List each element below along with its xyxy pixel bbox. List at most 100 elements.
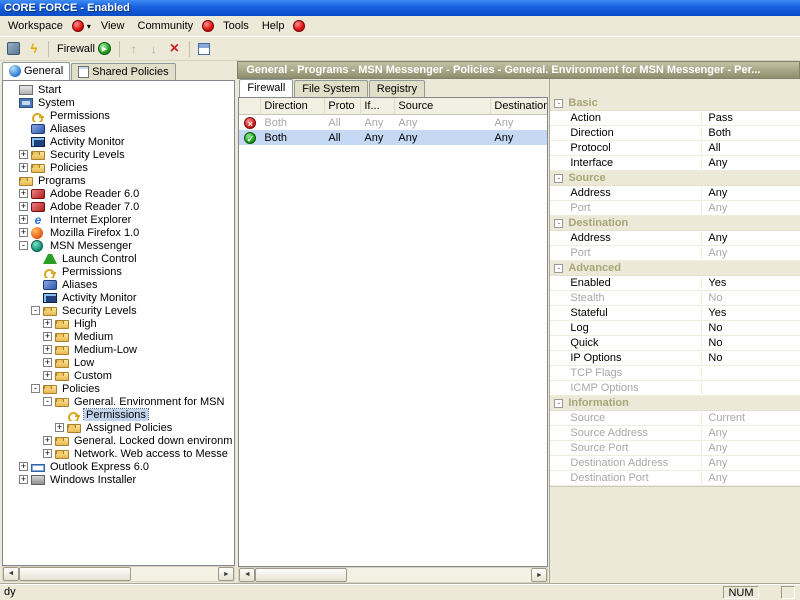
expand-icon[interactable]: + xyxy=(19,150,28,159)
collapse-icon[interactable]: - xyxy=(19,241,28,250)
red-status-icon[interactable] xyxy=(202,20,215,32)
tree-item[interactable]: Programs xyxy=(3,174,234,187)
scroll-thumb[interactable] xyxy=(255,568,348,582)
expand-icon[interactable]: + xyxy=(43,332,52,341)
tree-item[interactable]: - MSN Messenger xyxy=(3,239,234,252)
tree-item[interactable]: + Custom xyxy=(3,369,234,382)
property-row[interactable]: Port Any xyxy=(550,201,800,216)
property-row[interactable]: Direction Both xyxy=(550,126,800,141)
expand-icon[interactable]: + xyxy=(19,163,28,172)
tree-item[interactable]: System xyxy=(3,96,234,109)
tree-item[interactable]: Activity Monitor xyxy=(3,291,234,304)
menu-community[interactable]: Community xyxy=(132,17,200,35)
tree-item[interactable]: + Network. Web access to Messe xyxy=(3,447,234,460)
tree-item[interactable]: Permissions xyxy=(3,408,234,421)
property-row[interactable]: ICMP Options xyxy=(550,381,800,396)
dropdown-arrow-icon[interactable]: ▾ xyxy=(87,22,91,31)
expand-icon[interactable]: + xyxy=(43,449,52,458)
move-down-button[interactable]: ↓ xyxy=(145,40,163,58)
column-header-proto[interactable]: Proto xyxy=(325,98,362,115)
tree-item[interactable]: Activity Monitor xyxy=(3,135,234,148)
column-header-direction[interactable]: Direction xyxy=(261,98,326,115)
scroll-thumb[interactable] xyxy=(19,567,131,581)
column-header-icon[interactable] xyxy=(239,98,262,115)
scroll-track[interactable] xyxy=(19,567,218,581)
menu-help[interactable]: Help xyxy=(256,17,291,35)
property-row[interactable]: Action Pass xyxy=(550,111,800,126)
expand-icon[interactable]: + xyxy=(19,215,28,224)
property-row[interactable]: Stealth No xyxy=(550,291,800,306)
scroll-track[interactable] xyxy=(255,568,531,582)
tree-item[interactable]: Launch Control xyxy=(3,252,234,265)
collapse-icon[interactable]: - xyxy=(31,306,40,315)
collapse-icon[interactable]: - xyxy=(554,98,564,108)
options-button[interactable] xyxy=(4,40,23,57)
move-up-button[interactable]: ↑ xyxy=(125,40,143,58)
property-row[interactable]: Quick No xyxy=(550,336,800,351)
collapse-icon[interactable]: - xyxy=(554,398,564,408)
tab-file-system[interactable]: File System xyxy=(294,80,368,97)
tree-item[interactable]: + Mozilla Firefox 1.0 xyxy=(3,226,234,239)
red-status-icon[interactable] xyxy=(71,20,84,32)
tab-general[interactable]: General xyxy=(2,62,71,80)
tab-registry[interactable]: Registry xyxy=(368,80,426,97)
tree-item[interactable]: + General. Locked down environm xyxy=(3,434,234,447)
tree-item[interactable]: + Outlook Express 6.0 xyxy=(3,460,234,473)
scroll-right-button[interactable] xyxy=(531,568,548,582)
apply-button[interactable]: ϟ xyxy=(25,39,43,58)
collapse-icon[interactable]: - xyxy=(554,263,564,273)
property-row[interactable]: Address Any xyxy=(550,186,800,201)
property-row[interactable]: IP Options No xyxy=(550,351,800,366)
tab-shared-policies[interactable]: Shared Policies xyxy=(71,63,176,80)
tree-item[interactable]: + Policies xyxy=(3,161,234,174)
scroll-left-button[interactable] xyxy=(239,568,256,582)
property-row[interactable]: Address Any xyxy=(550,231,800,246)
menu-view[interactable]: View xyxy=(95,17,131,35)
scroll-left-button[interactable] xyxy=(3,567,19,581)
firewall-mode-button[interactable]: Firewall ▶ xyxy=(54,40,114,57)
property-row[interactable]: Destination Address Any xyxy=(550,456,800,471)
collapse-icon[interactable]: - xyxy=(554,173,564,183)
property-group-information[interactable]: - Information xyxy=(550,396,800,411)
table-horizontal-scrollbar[interactable] xyxy=(238,567,549,583)
property-row[interactable]: Log No xyxy=(550,321,800,336)
tree-item[interactable]: Aliases xyxy=(3,278,234,291)
tree-item[interactable]: - General. Environment for MSN xyxy=(3,395,234,408)
property-row[interactable]: Interface Any xyxy=(550,156,800,171)
tree-item[interactable]: - Security Levels xyxy=(3,304,234,317)
expand-icon[interactable]: + xyxy=(19,228,28,237)
tree-item[interactable]: + Assigned Policies xyxy=(3,421,234,434)
table-row[interactable]: × Both All Any Any Any xyxy=(239,115,547,130)
tree-item[interactable]: Start xyxy=(3,83,234,96)
column-header-source[interactable]: Source xyxy=(395,98,492,115)
tree-item[interactable]: + Windows Installer xyxy=(3,473,234,486)
tree-item[interactable]: + Medium xyxy=(3,330,234,343)
property-row[interactable]: TCP Flags xyxy=(550,366,800,381)
expand-icon[interactable]: + xyxy=(55,423,64,432)
report-button[interactable] xyxy=(195,41,213,57)
property-row[interactable]: Source Address Any xyxy=(550,426,800,441)
column-header-if[interactable]: If... xyxy=(361,98,396,115)
expand-icon[interactable]: + xyxy=(43,358,52,367)
expand-icon[interactable]: + xyxy=(43,371,52,380)
tree-item[interactable]: Permissions xyxy=(3,265,234,278)
expand-icon[interactable]: + xyxy=(19,189,28,198)
expand-icon[interactable]: + xyxy=(43,319,52,328)
menu-tools[interactable]: Tools xyxy=(217,17,255,35)
property-row[interactable]: Source Port Any xyxy=(550,441,800,456)
expand-icon[interactable]: + xyxy=(43,345,52,354)
property-row[interactable]: Enabled Yes xyxy=(550,276,800,291)
property-group-advanced[interactable]: - Advanced xyxy=(550,261,800,276)
tree-item[interactable]: + Adobe Reader 7.0 xyxy=(3,200,234,213)
table-row[interactable]: ✓ Both All Any Any Any xyxy=(239,130,548,145)
tree-horizontal-scrollbar[interactable] xyxy=(2,566,236,582)
collapse-icon[interactable]: - xyxy=(43,397,52,406)
tree-item[interactable]: + Internet Explorer xyxy=(3,213,234,226)
property-row[interactable]: Source Current xyxy=(550,411,800,426)
red-status-icon[interactable] xyxy=(293,20,306,32)
tab-firewall[interactable]: Firewall xyxy=(239,79,294,97)
scroll-right-button[interactable] xyxy=(218,567,235,581)
tree-item[interactable]: + Adobe Reader 6.0 xyxy=(3,187,234,200)
tree-item[interactable]: Aliases xyxy=(3,122,234,135)
property-group-destination[interactable]: - Destination xyxy=(550,216,800,231)
